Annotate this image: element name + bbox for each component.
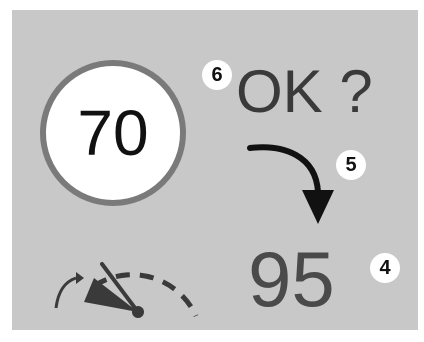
speed-sign-badge-number: 6 [211, 63, 223, 86]
arrow-badge-number: 5 [345, 153, 357, 176]
arrow-badge: 5 [336, 150, 366, 180]
ok-prompt-text: OK ? [236, 58, 373, 125]
speedometer-icon [54, 262, 199, 318]
current-speed-badge-number: 4 [379, 256, 391, 279]
speed-sign-badge: 6 [202, 60, 232, 90]
speed-limit-value: 70 [77, 97, 149, 169]
speed-limit-sign: 70 [40, 60, 186, 206]
current-speed-value: 95 [248, 235, 335, 323]
curved-arrow-down-icon [247, 144, 334, 224]
ok-prompt[interactable]: OK ? [236, 62, 373, 122]
current-speed-badge: 4 [370, 253, 400, 283]
